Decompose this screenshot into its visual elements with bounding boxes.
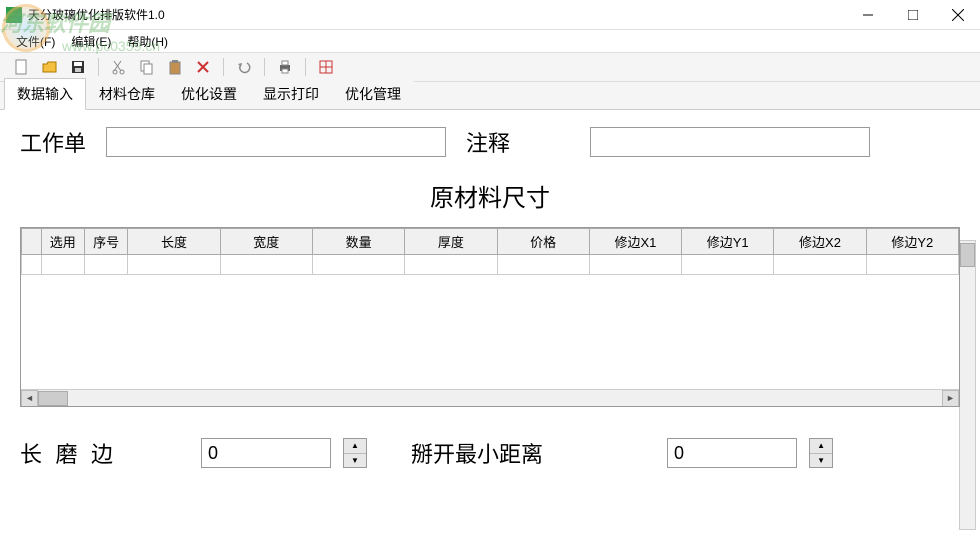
undo-icon	[236, 59, 252, 75]
menu-edit[interactable]: 编辑(E)	[63, 31, 119, 52]
v-scroll-thumb[interactable]	[960, 243, 975, 267]
grind-label: 长 磨 边	[20, 437, 117, 469]
cut-icon	[111, 59, 127, 75]
material-table: 选用 序号 长度 宽度 数量 厚度 价格 修边X1 修边Y1 修边X2 修边Y2	[21, 228, 959, 275]
menubar: 文件(F) 编辑(E) 帮助(H)	[0, 30, 980, 52]
col-price[interactable]: 价格	[497, 229, 589, 255]
col-thickness[interactable]: 厚度	[405, 229, 497, 255]
toolbar-sep-3	[264, 58, 265, 76]
new-button[interactable]	[12, 57, 32, 77]
min-dist-spinner: ▲ ▼	[809, 438, 833, 468]
maximize-button[interactable]	[890, 0, 935, 30]
grind-input[interactable]	[201, 438, 331, 468]
col-length[interactable]: 长度	[128, 229, 220, 255]
min-dist-spin-down[interactable]: ▼	[810, 454, 832, 468]
copy-button[interactable]	[137, 57, 157, 77]
top-form-row: 工作单 注释	[20, 126, 960, 158]
scroll-left-arrow[interactable]: ◄	[21, 390, 38, 407]
tab-optimize-manage[interactable]: 优化管理	[332, 78, 414, 109]
col-select[interactable]: 选用	[41, 229, 84, 255]
undo-button[interactable]	[234, 57, 254, 77]
bottom-form-row: 长 磨 边 ▲ ▼ 掰开最小距离 ▲ ▼	[20, 437, 960, 469]
titlebar: 天分玻璃优化排版软件1.0	[0, 0, 980, 30]
grind-spin-up[interactable]: ▲	[344, 439, 366, 454]
print-icon	[277, 59, 293, 75]
toolbar-sep-1	[98, 58, 99, 76]
cut-button[interactable]	[109, 57, 129, 77]
menu-help[interactable]: 帮助(H)	[119, 31, 176, 52]
worksheet-input[interactable]	[106, 127, 446, 157]
worksheet-label: 工作单	[20, 126, 86, 158]
grid-button[interactable]	[316, 57, 336, 77]
grind-spin-down[interactable]: ▼	[344, 454, 366, 468]
maximize-icon	[908, 10, 918, 20]
new-icon	[14, 59, 30, 75]
col-trim-y2[interactable]: 修边Y2	[866, 229, 958, 255]
print-button[interactable]	[275, 57, 295, 77]
delete-button[interactable]	[193, 57, 213, 77]
col-trim-x1[interactable]: 修边X1	[589, 229, 681, 255]
note-label: 注释	[466, 126, 510, 158]
table-row[interactable]	[22, 255, 959, 275]
min-dist-input[interactable]	[667, 438, 797, 468]
scroll-right-arrow[interactable]: ►	[942, 390, 959, 407]
horizontal-scrollbar[interactable]: ◄ ►	[21, 389, 959, 406]
close-button[interactable]	[935, 0, 980, 30]
delete-icon	[195, 59, 211, 75]
col-index[interactable]: 序号	[84, 229, 127, 255]
section-title-material: 原材料尺寸	[20, 178, 960, 213]
note-input[interactable]	[590, 127, 870, 157]
col-blank[interactable]	[22, 229, 42, 255]
toolbar-sep-4	[305, 58, 306, 76]
tab-display-print[interactable]: 显示打印	[250, 78, 332, 109]
grind-spinner: ▲ ▼	[343, 438, 367, 468]
copy-icon	[139, 59, 155, 75]
col-trim-x2[interactable]: 修边X2	[774, 229, 866, 255]
minimize-icon	[863, 10, 873, 20]
content-area: 工作单 注释 原材料尺寸 选用 序号 长度 宽度 数量 厚度 价格 修边X1 修…	[0, 110, 980, 550]
close-icon	[952, 9, 964, 21]
material-table-wrap: 选用 序号 长度 宽度 数量 厚度 价格 修边X1 修边Y1 修边X2 修边Y2	[20, 227, 960, 407]
tab-material-warehouse[interactable]: 材料仓库	[86, 78, 168, 109]
paste-icon	[167, 59, 183, 75]
app-icon	[6, 7, 22, 23]
open-icon	[42, 59, 58, 75]
col-trim-y1[interactable]: 修边Y1	[682, 229, 774, 255]
tab-optimize-settings[interactable]: 优化设置	[168, 78, 250, 109]
tab-data-input[interactable]: 数据输入	[4, 78, 86, 110]
min-dist-spin-up[interactable]: ▲	[810, 439, 832, 454]
open-button[interactable]	[40, 57, 60, 77]
vertical-scrollbar[interactable]	[959, 240, 976, 530]
tabbar: 数据输入 材料仓库 优化设置 显示打印 优化管理	[0, 82, 980, 110]
col-width[interactable]: 宽度	[220, 229, 312, 255]
minimize-button[interactable]	[845, 0, 890, 30]
paste-button[interactable]	[165, 57, 185, 77]
save-icon	[70, 59, 86, 75]
grid-icon	[318, 59, 334, 75]
min-dist-label: 掰开最小距离	[411, 437, 543, 469]
save-button[interactable]	[68, 57, 88, 77]
h-scroll-thumb[interactable]	[38, 391, 68, 406]
window-title: 天分玻璃优化排版软件1.0	[28, 6, 165, 23]
table-header-row: 选用 序号 长度 宽度 数量 厚度 价格 修边X1 修边Y1 修边X2 修边Y2	[22, 229, 959, 255]
toolbar-sep-2	[223, 58, 224, 76]
window-controls	[845, 0, 980, 30]
col-qty[interactable]: 数量	[312, 229, 404, 255]
menu-file[interactable]: 文件(F)	[8, 31, 63, 52]
